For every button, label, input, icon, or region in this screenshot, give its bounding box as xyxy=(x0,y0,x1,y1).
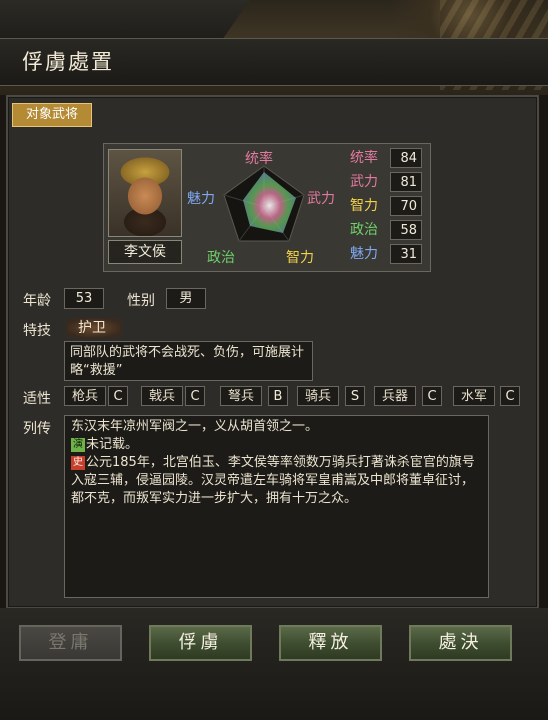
aptitude-label: 适性 xyxy=(23,391,51,407)
gender-value: 男 xyxy=(166,288,206,309)
skill-description: 同部队的武将不会战死、负伤，可施展计略“救援” xyxy=(64,341,313,381)
bio-line-fiction: 演未记载。 xyxy=(71,436,482,454)
radar-label-intelligence: 智力 xyxy=(286,250,314,266)
stat-value: 81 xyxy=(390,172,422,192)
aptitude-siege-label: 兵器 xyxy=(374,386,416,406)
biography-label: 列传 xyxy=(23,421,51,437)
aptitude-crossbow-label: 弩兵 xyxy=(220,386,262,406)
stat-label: 智力 xyxy=(350,198,378,214)
gender-label: 性别 xyxy=(127,293,155,309)
stat-row-leadership: 统率 84 xyxy=(346,148,426,168)
aptitude-spear-value: C xyxy=(108,386,128,406)
stat-row-politics: 政治 58 xyxy=(346,220,426,240)
release-button[interactable]: 釋放 xyxy=(279,625,382,661)
bio-line-history: 史公元185年，北宫伯玉、李文侯等率领数万骑兵打著诛杀宦官的旗号入寇三辅，侵逼园… xyxy=(71,454,482,508)
aptitude-halberd-label: 戟兵 xyxy=(141,386,183,406)
stat-label: 武力 xyxy=(350,174,378,190)
officer-portrait xyxy=(108,149,182,237)
age-label: 年龄 xyxy=(23,293,51,309)
radar-label-strength: 武力 xyxy=(307,191,335,207)
aptitude-navy-value: C xyxy=(500,386,520,406)
aptitude-halberd-value: C xyxy=(185,386,205,406)
capture-button[interactable]: 俘虜 xyxy=(149,625,252,661)
biography-text: 东汉末年凉州军阀之一，义从胡首领之一。 演未记载。 史公元185年，北宫伯玉、李… xyxy=(64,415,489,598)
stat-label: 政治 xyxy=(350,222,378,238)
stat-value: 31 xyxy=(390,244,422,264)
fiction-badge-icon: 演 xyxy=(71,438,85,452)
radar-label-charisma: 魅力 xyxy=(187,191,215,207)
stat-label: 魅力 xyxy=(350,246,378,262)
target-officer-tab[interactable]: 对象武将 xyxy=(12,103,92,127)
stat-row-strength: 武力 81 xyxy=(346,172,426,192)
stat-value: 58 xyxy=(390,220,422,240)
stat-label: 统率 xyxy=(350,150,378,166)
age-value: 53 xyxy=(64,288,104,309)
aptitude-navy-label: 水军 xyxy=(453,386,495,406)
radar-label-politics: 政治 xyxy=(207,250,235,266)
bio-history-text: 公元185年，北宫伯玉、李文侯等率领数万骑兵打著诛杀宦官的旗号入寇三辅，侵逼园陵… xyxy=(71,455,475,506)
window-title: 俘虜處置 xyxy=(22,50,114,74)
aptitude-crossbow-value: B xyxy=(268,386,288,406)
radar-label-leadership: 统率 xyxy=(245,151,273,167)
aptitude-cavalry-value: S xyxy=(345,386,365,406)
history-badge-icon: 史 xyxy=(71,456,85,470)
aptitude-spear-label: 枪兵 xyxy=(64,386,106,406)
skill-label: 特技 xyxy=(23,323,51,339)
stat-value: 84 xyxy=(390,148,422,168)
stat-value: 70 xyxy=(390,196,422,216)
bio-fiction-text: 未记载。 xyxy=(86,437,139,452)
stat-radar-chart: 统率 武力 智力 政治 魅力 xyxy=(181,146,347,266)
stat-row-charisma: 魅力 31 xyxy=(346,244,426,264)
recruit-button[interactable]: 登庸 xyxy=(19,625,122,661)
execute-button[interactable]: 處決 xyxy=(409,625,512,661)
officer-name: 李文侯 xyxy=(108,240,182,264)
stat-row-intelligence: 智力 70 xyxy=(346,196,426,216)
bio-line-summary: 东汉末年凉州军阀之一，义从胡首领之一。 xyxy=(71,419,319,434)
skill-name[interactable]: 护卫 xyxy=(66,318,122,338)
aptitude-cavalry-label: 骑兵 xyxy=(297,386,339,406)
aptitude-siege-value: C xyxy=(422,386,442,406)
